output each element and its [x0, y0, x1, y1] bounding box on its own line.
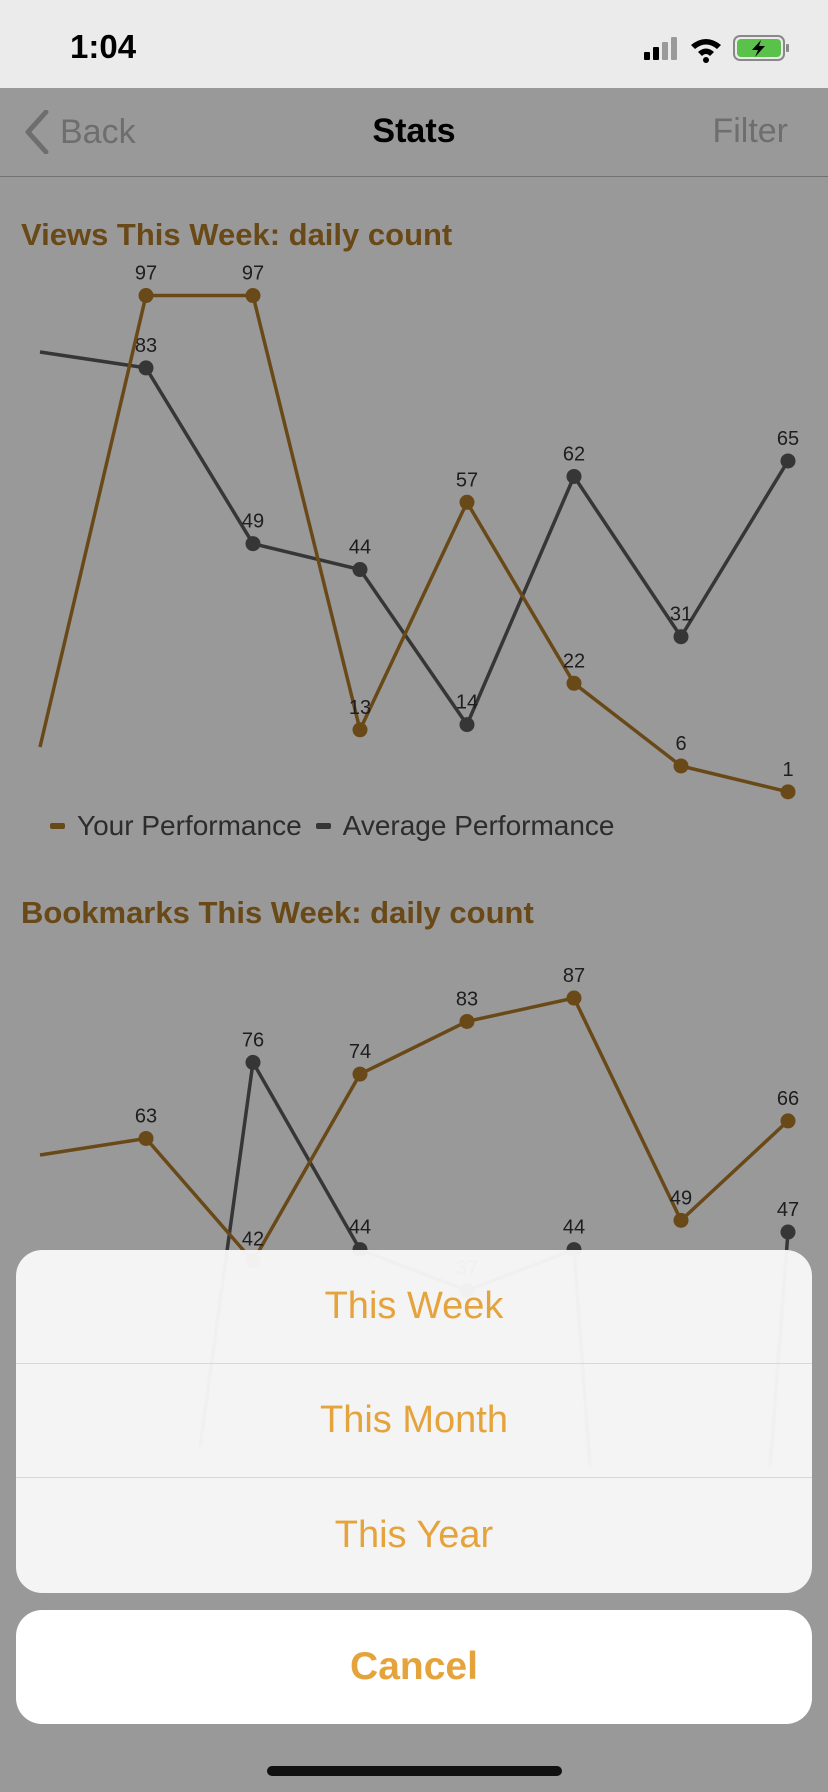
wifi-icon	[691, 39, 721, 63]
status-icons-overlay	[644, 35, 789, 63]
option-this-week[interactable]: This Week	[16, 1250, 812, 1364]
status-bar-overlay: 1:04	[0, 0, 828, 88]
status-time-overlay: 1:04	[70, 28, 137, 65]
option-this-year[interactable]: This Year	[16, 1478, 812, 1592]
signal-icon	[644, 37, 677, 60]
battery-icon	[733, 35, 789, 61]
option-this-month[interactable]: This Month	[16, 1364, 812, 1478]
home-indicator	[267, 1766, 562, 1776]
action-sheet: This Week This Month This Year	[16, 1250, 812, 1593]
cancel-button[interactable]: Cancel	[16, 1610, 812, 1724]
